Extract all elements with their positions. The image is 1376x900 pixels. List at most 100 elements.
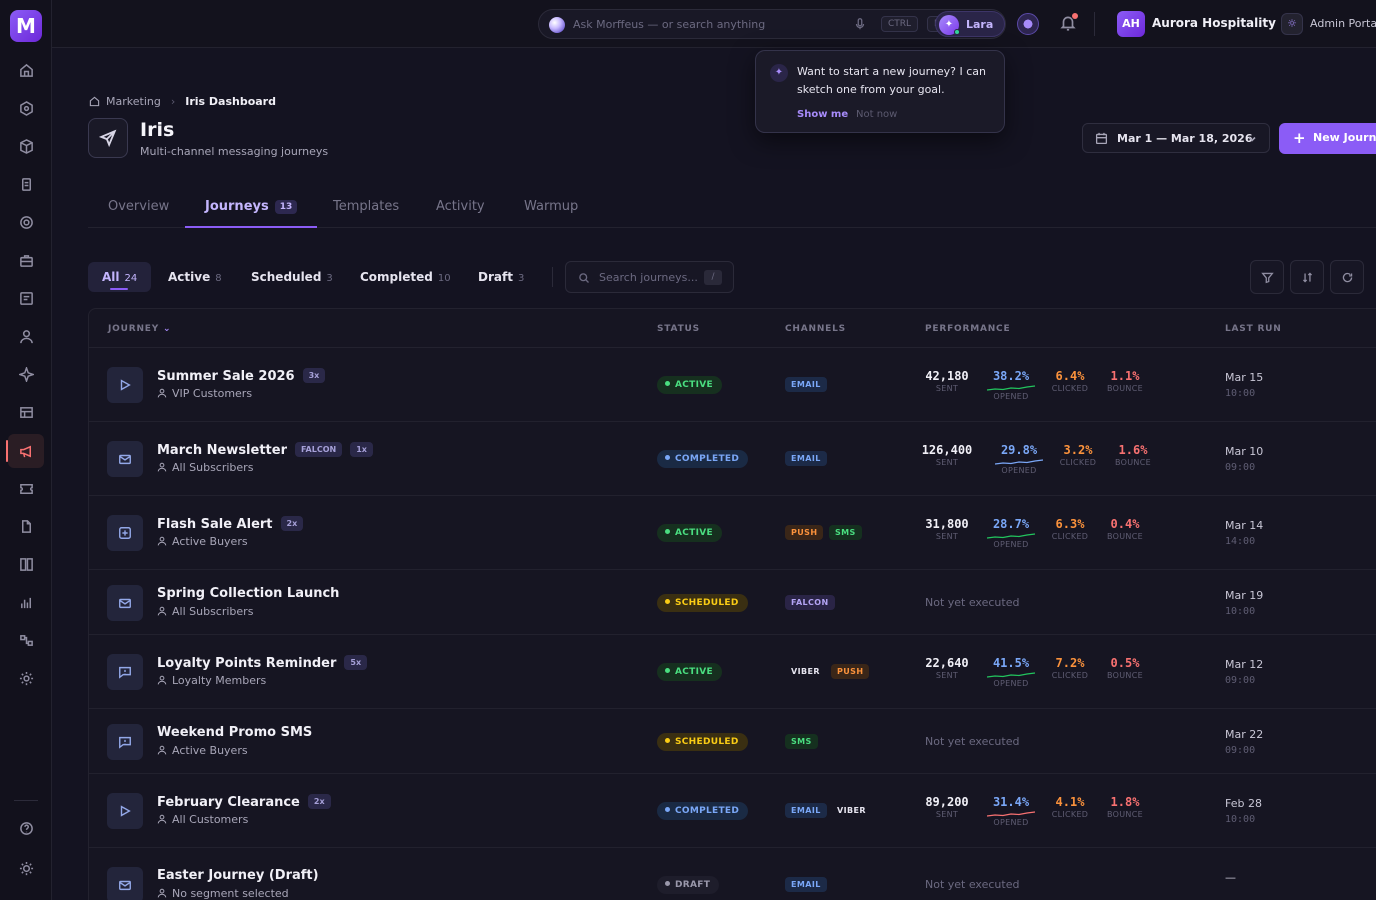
org-name[interactable]: Aurora Hospitality (1152, 16, 1276, 30)
refresh-button[interactable] (1330, 260, 1364, 294)
global-search[interactable]: Ask Morffeus — or search anything CTRL K… (538, 9, 1006, 39)
mic-icon[interactable] (853, 17, 867, 31)
journey-name-text: Flash Sale Alert (157, 517, 273, 532)
app-logo[interactable]: M (10, 10, 42, 42)
last-run-date: Mar 19 (1225, 588, 1264, 602)
breadcrumb-current: Iris Dashboard (185, 95, 276, 108)
tab-label: Warmup (524, 199, 579, 214)
channel-badge: EMAIL (785, 877, 827, 892)
cube-icon[interactable] (14, 134, 38, 158)
table-row[interactable]: Loyalty Points Reminder 5x Loyalty Members… (89, 635, 1376, 709)
table-icon[interactable] (14, 400, 38, 424)
global-search-input[interactable]: Ask Morffeus — or search anything (573, 18, 765, 31)
list-icon[interactable] (14, 286, 38, 310)
user-icon[interactable] (14, 324, 38, 348)
journey-name-text: Loyalty Points Reminder (157, 656, 337, 671)
journey-name[interactable]: Loyalty Points Reminder 5x (157, 655, 368, 671)
last-run-time: 09:00 (1225, 462, 1256, 473)
column-status: STATUS (657, 324, 700, 334)
journey-tag: 2x (307, 794, 331, 809)
sort-button[interactable] (1290, 260, 1324, 294)
filter-label: Scheduled (251, 270, 322, 284)
not-now-button[interactable]: Not now (856, 109, 897, 120)
table-row[interactable]: Summer Sale 2026 3x VIP Customers ACTIVE EMA… (89, 348, 1376, 422)
journey-name[interactable]: Flash Sale Alert 2x (157, 516, 304, 532)
chart-icon[interactable] (14, 590, 38, 614)
tab-journeys[interactable]: Journeys 13 (185, 187, 318, 228)
filter-completed[interactable]: Completed 10 (360, 262, 451, 292)
table-row[interactable]: Easter Journey (Draft) No segment selecte… (89, 848, 1376, 900)
metric-clicked: 3.2% CLICKED (1059, 443, 1097, 467)
table-row[interactable]: Flash Sale Alert 2x Active Buyers ACTIVE PUS… (89, 496, 1376, 570)
journey-name[interactable]: Easter Journey (Draft) (157, 868, 319, 883)
filter-label: All (102, 270, 120, 284)
search-icon (579, 273, 589, 283)
assistant-button[interactable]: ✦ Lara (935, 11, 1005, 37)
settings-icon[interactable] (14, 666, 38, 690)
sparkle-icon[interactable] (14, 362, 38, 386)
play-icon (107, 793, 143, 829)
ai-orb-button[interactable] (1017, 13, 1039, 35)
new-journey-button[interactable]: + New Journey (1279, 123, 1376, 154)
column-label: JOURNEY (108, 324, 160, 334)
journey-name[interactable]: February Clearance 2x (157, 794, 331, 810)
sidebar-divider (14, 800, 38, 801)
date-range-picker[interactable]: Mar 1 — Mar 18, 2026 (1082, 123, 1270, 153)
tab-activity[interactable]: Activity (436, 187, 485, 228)
home-icon[interactable] (14, 58, 38, 82)
not-executed-text: Not yet executed (925, 734, 1020, 748)
briefcase-icon[interactable] (14, 248, 38, 272)
journey-name[interactable]: Weekend Promo SMS (157, 725, 312, 740)
page-subtitle: Multi-channel messaging journeys (140, 145, 329, 158)
table-row[interactable]: February Clearance 2x All Customers COMPLET… (89, 774, 1376, 848)
journey-name[interactable]: March Newsletter FALCON 1x (157, 442, 373, 458)
filter-count: 24 (124, 273, 138, 284)
filter-scheduled[interactable]: Scheduled 3 (251, 262, 333, 292)
filter-button[interactable] (1250, 260, 1284, 294)
calendar-icon (1095, 132, 1108, 145)
globe-icon[interactable] (14, 210, 38, 234)
ticket-icon[interactable] (14, 476, 38, 500)
document-icon[interactable] (14, 172, 38, 196)
tab-overview[interactable]: Overview (108, 187, 169, 228)
filter-active[interactable]: Active 8 (168, 262, 222, 292)
column-channels: CHANNELS (785, 324, 846, 334)
help-icon[interactable] (14, 816, 38, 840)
table-row[interactable]: March Newsletter FALCON 1x All Subscribers C… (89, 422, 1376, 496)
user-icon (157, 388, 167, 398)
file-icon[interactable] (14, 514, 38, 538)
sort-icon (1302, 272, 1312, 282)
admin-portal-icon[interactable]: ☼ (1281, 13, 1303, 35)
tab-warmup[interactable]: Warmup (524, 187, 578, 228)
status-badge: ACTIVE (657, 524, 722, 542)
compass-icon[interactable] (14, 96, 38, 120)
journey-search-input[interactable]: Search journeys... (599, 271, 698, 284)
send-icon (88, 118, 128, 158)
filter-label: Draft (478, 270, 513, 284)
column-journey[interactable]: JOURNEY ⌄ (108, 324, 171, 334)
filter-all[interactable]: All 24 (88, 262, 152, 292)
org-avatar[interactable]: AH (1117, 11, 1145, 37)
journey-search[interactable]: Search journeys... / (565, 261, 734, 293)
filter-draft[interactable]: Draft 3 (478, 262, 524, 292)
megaphone-icon[interactable] (6, 434, 44, 468)
table-row[interactable]: Weekend Promo SMS Active Buyers SCHEDULED S… (89, 709, 1376, 774)
channel-badge: EMAIL (785, 451, 827, 466)
admin-portal-link[interactable]: Admin Portal (1310, 17, 1376, 30)
chevron-right-icon: › (170, 95, 176, 108)
flow-icon[interactable] (14, 628, 38, 652)
breadcrumb-parent[interactable]: Marketing (106, 95, 161, 108)
status-badge: SCHEDULED (657, 593, 748, 612)
grid-icon[interactable] (14, 552, 38, 576)
tab-templates[interactable]: Templates (333, 187, 399, 228)
channel-badge: PUSH (831, 664, 870, 679)
journey-name-text: February Clearance (157, 795, 300, 810)
show-me-button[interactable]: Show me (797, 109, 848, 120)
journey-name[interactable]: Summer Sale 2026 3x (157, 368, 326, 384)
table-row[interactable]: Spring Collection Launch All Subscribers S… (89, 570, 1376, 635)
journey-name[interactable]: Spring Collection Launch (157, 586, 339, 601)
metric-clicked: 7.2% CLICKED (1051, 656, 1089, 680)
assistant-name: Lara (966, 18, 994, 31)
metric-sent: 31,800 SENT (925, 517, 969, 541)
sun-icon[interactable] (14, 856, 38, 880)
